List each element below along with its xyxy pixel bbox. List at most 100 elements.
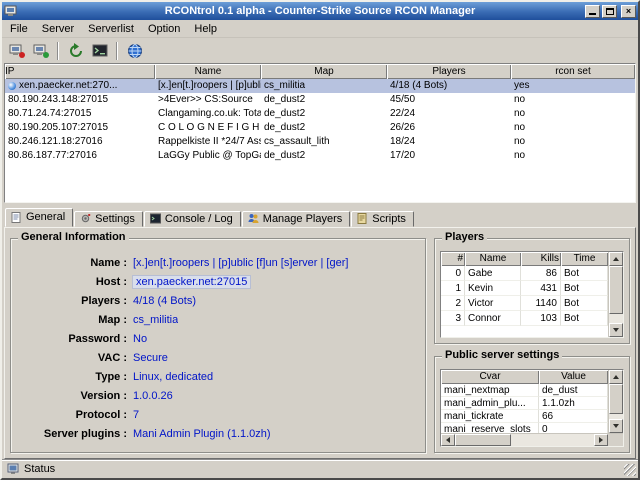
maximize-button[interactable]	[602, 5, 617, 18]
server-row[interactable]: 80.190.243.148:27015 >4Ever>> CS:Source …	[5, 93, 635, 107]
column-header-value[interactable]: Value	[539, 370, 608, 384]
cvar-row[interactable]: mani_nextmap de_dust	[441, 384, 608, 397]
server-rcon-set: no	[511, 121, 635, 135]
players-scrollbar[interactable]	[608, 252, 623, 337]
menu-item[interactable]: Help	[187, 21, 224, 37]
server-map: cs_assault_lith	[261, 135, 387, 149]
connected-server-icon	[8, 82, 16, 90]
serverlist-globe-icon	[127, 43, 143, 59]
players-table-header: # Name Kills Time	[441, 252, 608, 266]
tab-general[interactable]: General	[5, 208, 73, 227]
server-map: de_dust2	[261, 93, 387, 107]
settings-tab-icon	[80, 213, 91, 224]
scroll-right-button[interactable]	[594, 434, 608, 446]
menu-item[interactable]: Option	[141, 21, 187, 37]
column-header-name[interactable]: Name	[155, 64, 261, 79]
column-header-cvar[interactable]: Cvar	[441, 370, 539, 384]
scripts-tab-icon	[357, 213, 368, 224]
info-field-row: Players : 4/18 (4 Bots)	[17, 291, 419, 310]
server-row[interactable]: 80.246.121.18:27016 Rappelkiste II *24/7…	[5, 135, 635, 149]
scroll-up-button[interactable]	[609, 370, 623, 384]
cvar-row[interactable]: mani_reserve_slots 0	[441, 423, 608, 433]
connect-server-icon	[9, 43, 25, 59]
rcon-console-button[interactable]	[88, 40, 111, 62]
players-group: Players # Name Kills Time 0	[434, 238, 630, 344]
field-label: Host :	[17, 276, 127, 288]
column-header-map[interactable]: Map	[261, 64, 387, 79]
connect-server-button[interactable]	[5, 40, 28, 62]
player-row[interactable]: 1 Kevin 431 Bot	[441, 281, 608, 296]
server-name: Rappelkiste II *24/7 Ass...	[155, 135, 261, 149]
close-button[interactable]: ×	[621, 5, 636, 18]
cvar-table-body: mani_nextmap de_dust mani_admin_plu... 1…	[441, 384, 608, 433]
scroll-down-button[interactable]	[609, 419, 623, 433]
cvar-value: 0	[539, 423, 608, 433]
info-field-row: Password : No	[17, 329, 419, 348]
menu-item[interactable]: Server	[35, 21, 81, 37]
field-value: Secure	[133, 352, 168, 364]
toolbar	[2, 38, 638, 63]
arrow-down-icon	[613, 424, 619, 428]
refresh-button[interactable]	[64, 40, 87, 62]
server-row[interactable]: 80.71.24.74:27015 Clangaming.co.uk: Tota…	[5, 107, 635, 121]
tab-scripts[interactable]: Scripts	[351, 211, 414, 227]
cvar-horizontal-scrollbar[interactable]	[441, 433, 623, 446]
server-players: 4/18 (4 Bots)	[387, 79, 511, 93]
server-row[interactable]: xen.paecker.net:270... [x.]en[t.]roopers…	[5, 79, 635, 93]
column-header-number[interactable]: #	[441, 252, 465, 266]
scroll-left-button[interactable]	[441, 434, 455, 446]
info-field-row: Type : Linux, dedicated	[17, 367, 419, 386]
cvar-scrollbar[interactable]	[608, 370, 623, 433]
server-players: 17/20	[387, 149, 511, 163]
column-header-time[interactable]: Time	[561, 252, 608, 266]
minimize-button[interactable]	[585, 5, 600, 18]
statusbar: Status	[2, 459, 638, 478]
column-header-player-name[interactable]: Name	[465, 252, 521, 266]
scroll-up-button[interactable]	[609, 252, 623, 266]
server-row[interactable]: 80.190.205.107:27015 C O L O G N E F I G…	[5, 121, 635, 135]
group-title: Public server settings	[442, 349, 562, 361]
field-label: Map :	[17, 314, 127, 326]
tab-settings[interactable]: Settings	[74, 211, 143, 227]
cvar-row[interactable]: mani_tickrate 66	[441, 410, 608, 423]
app-window: RCONtrol 0.1 alpha - Counter-Strike Sour…	[0, 0, 640, 480]
player-row[interactable]: 0 Gabe 86 Bot	[441, 266, 608, 281]
tab-label: Manage Players	[263, 213, 343, 225]
cvar-name: mani_reserve_slots	[441, 423, 539, 433]
maximize-icon	[606, 8, 614, 15]
tab-manage-players[interactable]: Manage Players	[242, 211, 351, 227]
player-row[interactable]: 2 Victor 1140 Bot	[441, 296, 608, 311]
player-row[interactable]: 3 Connor 103 Bot	[441, 311, 608, 326]
disconnect-server-button[interactable]	[29, 40, 52, 62]
field-value: [x.]en[t.]roopers | [p]ublic [f]un [s]er…	[133, 257, 348, 269]
column-header-rcon-set[interactable]: rcon set	[511, 64, 635, 79]
field-label: Version :	[17, 390, 127, 402]
general-information-group: General Information Name : [x.]en[t.]roo…	[10, 238, 426, 453]
scrollbar-thumb[interactable]	[455, 434, 511, 446]
column-header-players[interactable]: Players	[387, 64, 511, 79]
menu-item[interactable]: Serverlist	[81, 21, 141, 37]
serverlist-button[interactable]	[123, 40, 146, 62]
scrollbar-thumb[interactable]	[609, 384, 623, 414]
cvar-table-header: Cvar Value	[441, 370, 608, 384]
server-row[interactable]: 80.86.187.77:27016 LaGGy Public @ TopGam…	[5, 149, 635, 163]
server-players: 18/24	[387, 135, 511, 149]
status-icon	[7, 463, 19, 475]
menu-item[interactable]: File	[3, 21, 35, 37]
public-server-settings-group: Public server settings Cvar Value mani_n	[434, 356, 630, 453]
scroll-down-button[interactable]	[609, 323, 623, 337]
close-icon: ×	[626, 7, 631, 16]
player-number: 0	[441, 266, 465, 281]
column-header-ip[interactable]: IP	[5, 64, 155, 79]
cvar-table: Cvar Value mani_nextmap de_dust mani_adm…	[440, 369, 624, 447]
tab-console-log[interactable]: Console / Log	[144, 211, 241, 227]
resize-grip[interactable]	[624, 464, 636, 476]
info-field-row: Server plugins : Mani Admin Plugin (1.1.…	[17, 424, 419, 443]
cvar-row[interactable]: mani_admin_plu... 1.1.0zh	[441, 397, 608, 410]
server-table: IP Name Map Players rcon set xen.paecker…	[4, 63, 636, 203]
titlebar: RCONtrol 0.1 alpha - Counter-Strike Sour…	[2, 2, 638, 20]
column-header-kills[interactable]: Kills	[521, 252, 561, 266]
info-field-row: Name : [x.]en[t.]roopers | [p]ublic [f]u…	[17, 253, 419, 272]
scrollbar-thumb[interactable]	[609, 266, 623, 314]
menubar: FileServerServerlistOptionHelp	[2, 20, 638, 38]
